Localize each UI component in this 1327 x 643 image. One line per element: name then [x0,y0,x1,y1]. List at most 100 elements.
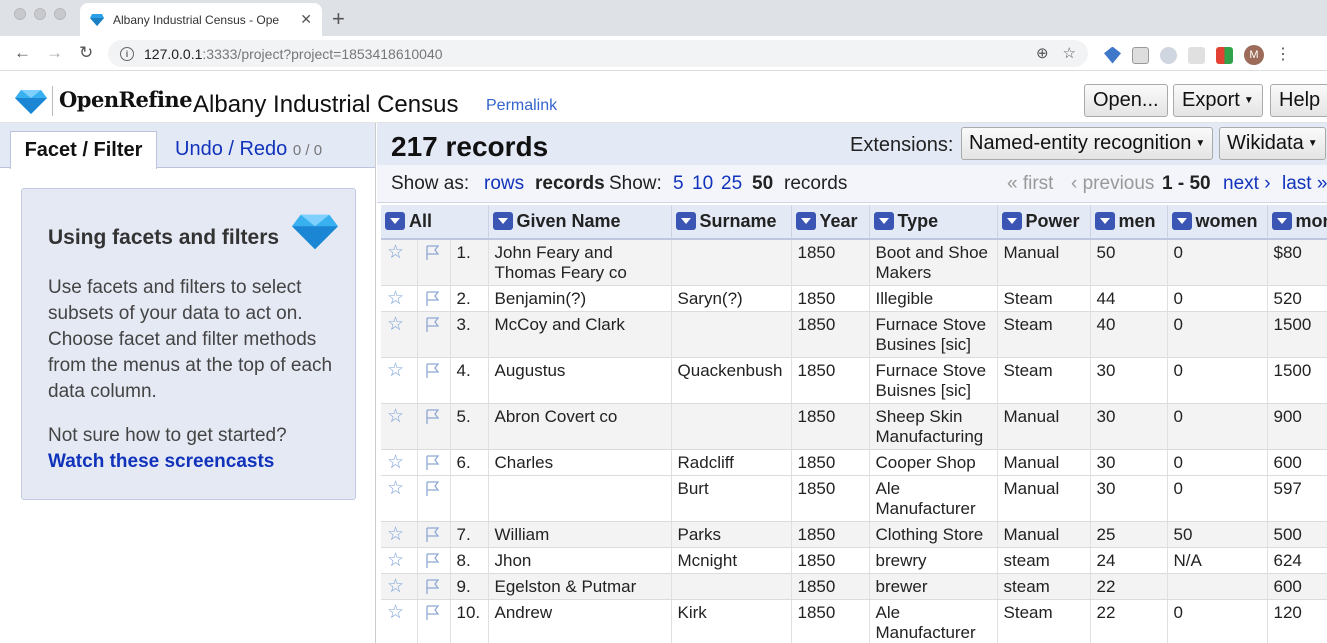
money-cell[interactable]: 500 [1267,521,1327,548]
power-cell[interactable]: Steam [997,285,1091,312]
men-cell[interactable]: 24 [1090,547,1168,574]
power-cell[interactable]: steam [997,573,1091,600]
men-cell[interactable]: 30 [1090,449,1168,476]
graduation-cap-icon[interactable] [1104,46,1121,64]
women-cell[interactable]: 0 [1167,357,1268,404]
type-cell[interactable]: Illegible [869,285,998,312]
power-cell[interactable]: Manual [997,449,1091,476]
screencasts-link[interactable]: Watch these screencasts [48,451,355,473]
given-name-cell[interactable]: Abron Covert co [488,403,672,450]
page-size-25[interactable]: 25 [721,173,742,195]
surname-cell[interactable] [671,403,792,450]
surname-cell[interactable]: Radcliff [671,449,792,476]
women-cell[interactable]: 0 [1167,449,1268,476]
power-cell[interactable]: Steam [997,599,1091,643]
women-cell[interactable]: N/A [1167,547,1268,574]
star-icon[interactable]: ☆ [387,242,404,263]
project-title[interactable]: Albany Industrial Census [193,91,458,119]
surname-cell[interactable]: Saryn(?) [671,285,792,312]
flag-icon[interactable] [424,454,441,471]
money-cell[interactable]: 900 [1267,403,1327,450]
women-cell[interactable]: 0 [1167,311,1268,358]
forward-arrow-icon[interactable]: → [46,43,63,63]
type-cell[interactable]: Cooper Shop [869,449,998,476]
men-cell[interactable]: 50 [1090,239,1168,286]
flag-icon[interactable] [424,290,441,307]
back-arrow-icon[interactable]: ← [14,43,31,63]
women-cell[interactable]: 0 [1167,475,1268,522]
given-name-cell[interactable]: Charles [488,449,672,476]
men-cell[interactable]: 22 [1090,599,1168,643]
column-header-power[interactable]: Power [997,205,1091,240]
more-menu-icon[interactable]: ⋮ [1275,47,1291,63]
men-cell[interactable]: 30 [1090,475,1168,522]
surname-cell[interactable]: Burt [671,475,792,522]
type-cell[interactable]: brewry [869,547,998,574]
glasses-icon[interactable] [1188,46,1205,64]
power-cell[interactable]: Steam [997,357,1091,404]
column-header-money[interactable]: mon [1267,205,1327,240]
column-menu-icon[interactable] [1001,212,1022,230]
column-header-men[interactable]: men [1090,205,1168,240]
women-cell[interactable]: 50 [1167,521,1268,548]
page-size-5[interactable]: 5 [673,173,684,195]
flag-icon[interactable] [424,552,441,569]
openrefine-logo-icon[interactable] [15,90,47,114]
minimize-window-button[interactable] [34,8,46,20]
close-window-button[interactable] [14,8,26,20]
first-page-link[interactable]: « first [1007,173,1053,195]
column-header-year[interactable]: Year [791,205,870,240]
chrome-extension-icon[interactable] [1216,46,1233,64]
year-cell[interactable]: 1850 [791,547,870,574]
flag-icon[interactable] [424,408,441,425]
open-button[interactable]: Open... [1084,84,1168,117]
given-name-cell[interactable]: John Feary and Thomas Feary co [488,239,672,286]
type-cell[interactable]: Sheep Skin Manufacturing [869,403,998,450]
named-entity-recognition-button[interactable]: Named-entity recognition ▼ [961,127,1214,160]
flag-icon[interactable] [424,480,441,497]
flag-icon[interactable] [424,578,441,595]
men-cell[interactable]: 22 [1090,573,1168,600]
user-avatar[interactable]: M [1244,45,1264,65]
power-cell[interactable]: Steam [997,311,1091,358]
zoom-icon[interactable]: ⊕ [1036,44,1049,62]
star-icon[interactable]: ☆ [387,602,404,623]
column-menu-icon[interactable] [385,212,405,230]
flag-icon[interactable] [424,604,441,621]
skype-icon[interactable] [1160,46,1177,64]
power-cell[interactable]: Manual [997,475,1091,522]
money-cell[interactable]: $80 [1267,239,1327,286]
type-cell[interactable]: Ale Manufacturer [869,475,998,522]
browser-tab[interactable]: Albany Industrial Census - Ope ✕ [80,3,322,36]
money-cell[interactable]: 597 [1267,475,1327,522]
year-cell[interactable]: 1850 [791,573,870,600]
type-cell[interactable]: Furnace Stove Busines [sic] [869,311,998,358]
power-cell[interactable]: steam [997,547,1091,574]
women-cell[interactable]: 0 [1167,599,1268,643]
star-icon[interactable]: ☆ [387,288,404,309]
flag-icon[interactable] [424,526,441,543]
flag-icon[interactable] [424,244,441,261]
maximize-window-button[interactable] [54,8,66,20]
document-icon[interactable] [1132,46,1149,64]
year-cell[interactable]: 1850 [791,357,870,404]
year-cell[interactable]: 1850 [791,403,870,450]
type-cell[interactable]: Furnace Stove Buisnes [sic] [869,357,998,404]
export-button[interactable]: Export ▼ [1173,84,1263,117]
surname-cell[interactable] [671,311,792,358]
type-cell[interactable]: Boot and Shoe Makers [869,239,998,286]
column-menu-icon[interactable] [1171,212,1192,230]
column-header-all[interactable]: All [381,205,489,240]
reload-icon[interactable]: ↻ [79,43,93,63]
year-cell[interactable]: 1850 [791,449,870,476]
year-cell[interactable]: 1850 [791,475,870,522]
last-page-link[interactable]: last » [1282,173,1327,195]
app-logo-text[interactable]: OpenRefine [59,87,193,112]
type-cell[interactable]: Ale Manufacturer [869,599,998,643]
surname-cell[interactable] [671,239,792,286]
permalink-link[interactable]: Permalink [486,97,557,115]
bookmark-star-icon[interactable]: ☆ [1063,44,1076,62]
rows-mode-link[interactable]: rows [484,173,524,195]
women-cell[interactable] [1167,573,1268,600]
page-size-10[interactable]: 10 [692,173,713,195]
